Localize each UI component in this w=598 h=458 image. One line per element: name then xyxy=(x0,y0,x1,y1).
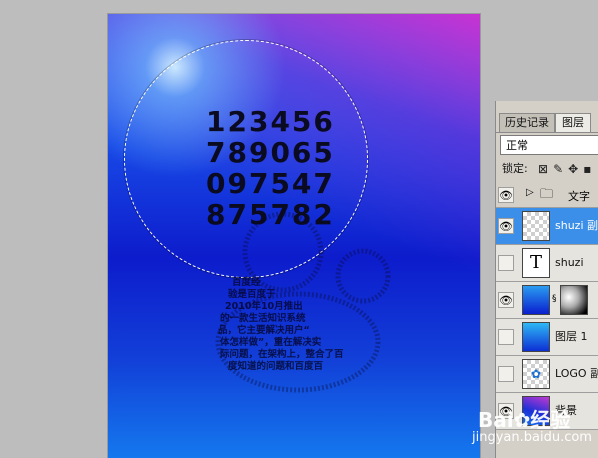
layer-logo-copy[interactable]: ✿ LOGO 副 xyxy=(496,356,598,393)
number-line: 789065 xyxy=(206,136,335,169)
eye-icon[interactable]: 👁 xyxy=(498,218,514,234)
eye-icon[interactable]: 👁 xyxy=(498,403,514,419)
paw-text-line: 度知道的问题和百度百 xyxy=(228,361,324,372)
document-canvas[interactable]: 123456 789065 097547 875782 百度经 验是百度于 20… xyxy=(108,14,480,458)
layer-mask-thumbnail[interactable] xyxy=(560,285,588,315)
layer-shuzi-copy[interactable]: 👁 shuzi 副 xyxy=(496,208,598,245)
tab-layers[interactable]: 图层 xyxy=(555,113,591,132)
blend-mode-select[interactable]: 正常 xyxy=(500,135,598,155)
eye-icon[interactable]: 👁 xyxy=(498,292,514,308)
layer-shuzi[interactable]: T shuzi xyxy=(496,245,598,282)
text-layer-icon: T xyxy=(522,248,550,278)
layer-thumbnail xyxy=(522,285,550,315)
lock-icons: ⊠ ✎ ✥ ▪ xyxy=(538,161,591,177)
layer-name: LOGO 副 xyxy=(555,367,598,380)
layer-background[interactable]: 👁 背景 xyxy=(496,393,598,430)
chain-link-icon[interactable]: § xyxy=(552,294,557,304)
visibility-toggle[interactable] xyxy=(498,366,514,382)
layer-name: shuzi xyxy=(555,256,584,269)
layer-name: 文字 xyxy=(568,190,590,203)
lock-label: 锁定: xyxy=(502,162,528,175)
panel-tabs: 历史记录 图层 xyxy=(496,113,598,133)
folder-icon: 🗀 xyxy=(540,187,554,202)
layer-name: 背景 xyxy=(555,404,577,417)
layer-thumbnail xyxy=(522,322,550,352)
lock-move-icon[interactable]: ✥ xyxy=(568,161,578,177)
lock-paint-brush-icon[interactable]: ✎ xyxy=(553,161,563,177)
layer-group-wenzi[interactable]: 👁 ▷ 🗀 文字 xyxy=(496,183,598,208)
layers-panel: 历史记录 图层 正常 锁定: ⊠ ✎ ✥ ▪ 👁 ▷ 🗀 文字 👁 shuzi … xyxy=(495,101,598,458)
eye-icon[interactable]: 👁 xyxy=(498,187,514,203)
layer-thumbnail xyxy=(522,396,550,426)
number-line: 123456 xyxy=(206,105,335,138)
layer-name: 图层 1 xyxy=(555,330,588,343)
layer-tuceng-1[interactable]: 图层 1 xyxy=(496,319,598,356)
visibility-toggle[interactable] xyxy=(498,329,514,345)
logo-thumbnail-icon: ✿ xyxy=(522,359,550,389)
visibility-toggle[interactable] xyxy=(498,255,514,271)
expand-triangle-icon[interactable]: ▷ xyxy=(526,187,534,198)
layer-name: shuzi 副 xyxy=(555,219,598,232)
layer-gradient-mask[interactable]: 👁 § xyxy=(496,282,598,319)
layer-thumbnail xyxy=(522,211,550,241)
tab-history[interactable]: 历史记录 xyxy=(499,113,555,132)
lock-all-icon[interactable]: ▪ xyxy=(583,161,591,177)
lock-transparency-icon[interactable]: ⊠ xyxy=(538,161,548,177)
